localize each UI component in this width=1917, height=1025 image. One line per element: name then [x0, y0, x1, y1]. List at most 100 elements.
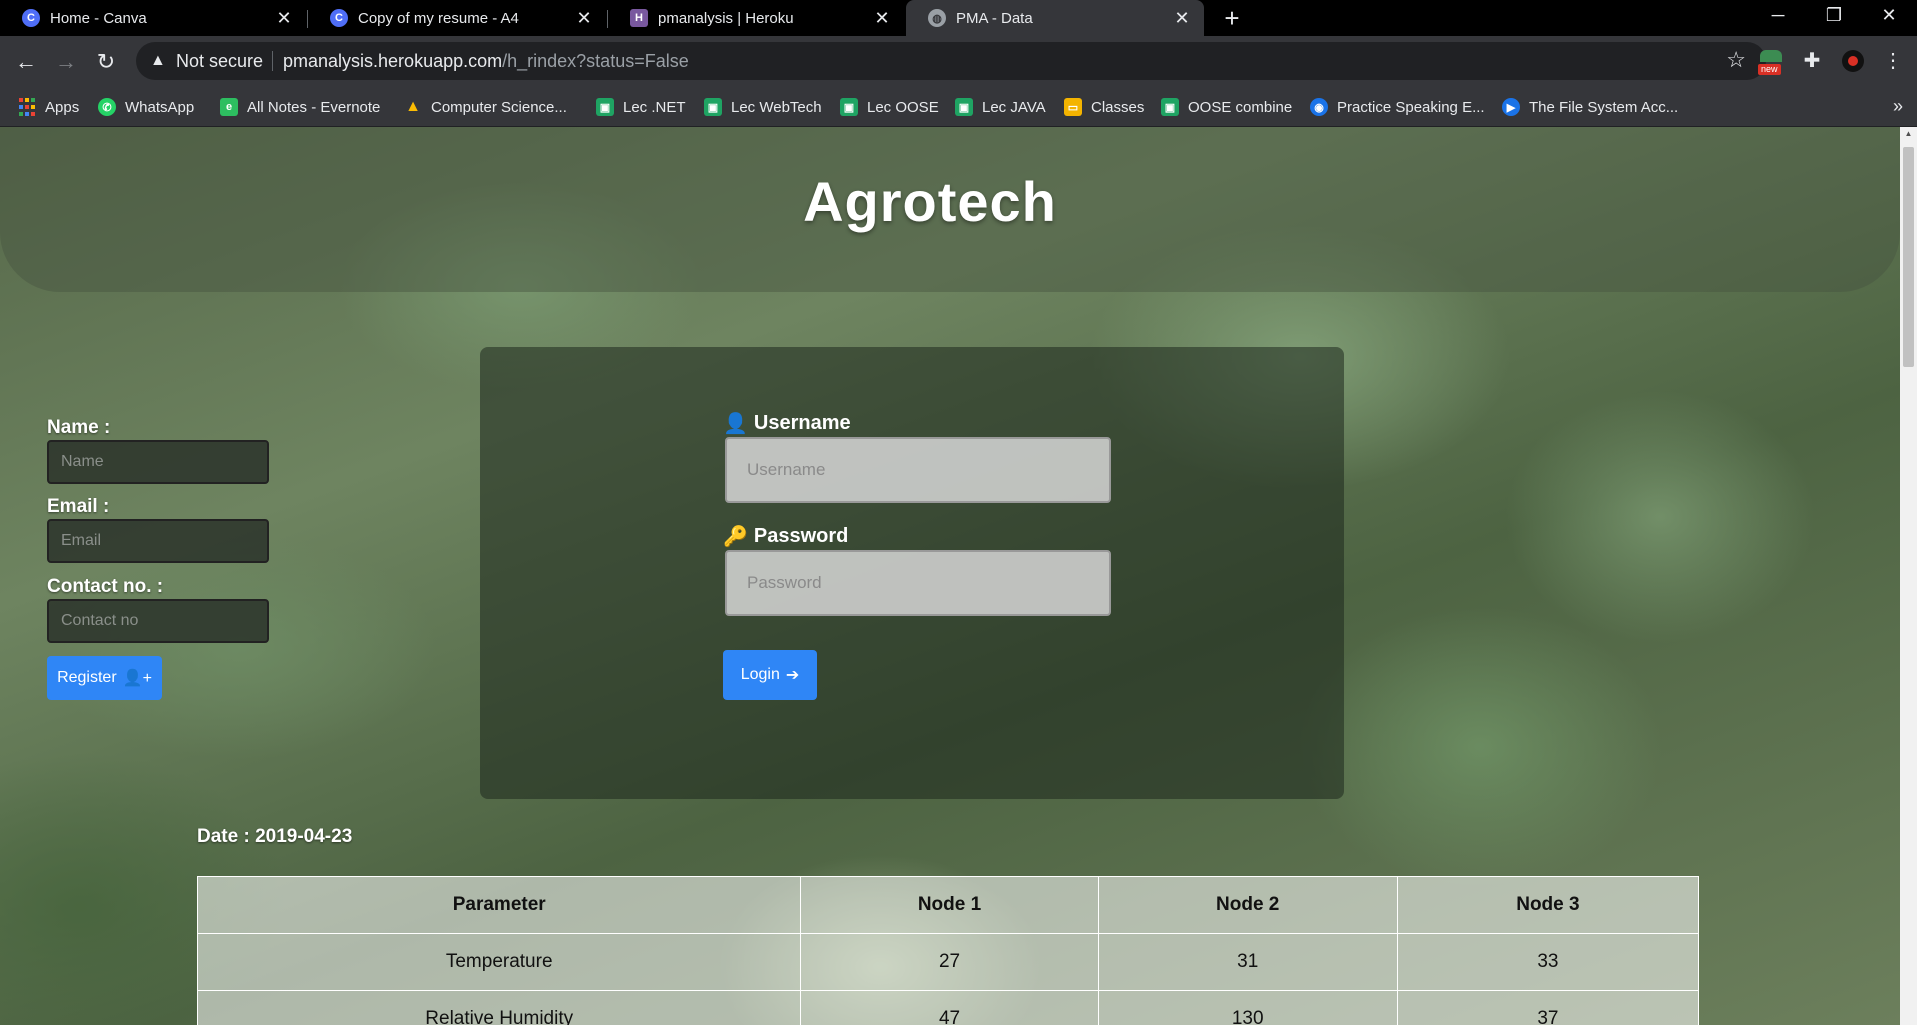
url-text[interactable]: pmanalysis.herokuapp.com/h_rindex?status…: [283, 51, 689, 72]
date-label: Date : 2019-04-23: [197, 826, 353, 847]
brand-title: Agrotech: [803, 170, 1057, 233]
browser-toolbar: ← → ↻ ▲ Not secure pmanalysis.herokuapp.…: [0, 36, 1917, 88]
sign-in-icon: ➔: [785, 667, 800, 684]
canva-icon: C: [330, 9, 348, 27]
close-tab-icon[interactable]: ✕: [1170, 8, 1194, 29]
add-user-icon: 👤+: [122, 670, 152, 687]
register-button-label: Register: [57, 669, 117, 686]
column-header: Node 1: [800, 876, 1099, 934]
name-label: Name :: [47, 417, 111, 438]
password-label-row: 🔑 Password: [723, 524, 848, 549]
classroom-icon: ▣: [704, 98, 722, 116]
back-icon[interactable]: ←: [12, 48, 40, 76]
globe-icon: ◍: [928, 9, 946, 27]
bookmark-computer-science[interactable]: ▲ Computer Science...: [404, 88, 567, 126]
omnibox-divider: [272, 51, 273, 71]
sensor-data-table: Parameter Node 1 Node 2 Node 3 Temperatu…: [196, 876, 1700, 1025]
email-input[interactable]: [47, 519, 269, 563]
column-header: Node 2: [1097, 876, 1398, 934]
extension-new-icon[interactable]: new: [1756, 46, 1786, 76]
bookmark-label: Computer Science...: [431, 98, 567, 116]
bookmark-label: Lec OOSE: [867, 98, 939, 116]
bookmark-practice-speaking[interactable]: ◉ Practice Speaking E...: [1310, 88, 1485, 126]
tab-title: Home - Canva: [50, 9, 147, 27]
classroom-icon: ▣: [840, 98, 858, 116]
extensions-puzzle-icon[interactable]: ✚: [1797, 46, 1827, 76]
evernote-icon: e: [220, 98, 238, 116]
register-button[interactable]: Register 👤+: [47, 656, 162, 700]
table-row: Temperature 27 31 33: [196, 933, 1700, 991]
bookmark-file-system[interactable]: ▶ The File System Acc...: [1502, 88, 1678, 126]
username-input[interactable]: [725, 437, 1111, 503]
name-input[interactable]: [47, 440, 269, 484]
bookmark-label: Apps: [45, 98, 80, 116]
slides-icon: ▭: [1064, 98, 1082, 116]
close-window-icon[interactable]: ✕: [1861, 0, 1917, 32]
bookmark-apps[interactable]: Apps: [18, 88, 79, 126]
bookmark-label: Lec .NET: [623, 98, 686, 116]
bookmark-label: Classes: [1091, 98, 1145, 116]
profile-avatar[interactable]: [1838, 46, 1868, 76]
more-bookmarks-icon[interactable]: »: [1893, 96, 1903, 117]
password-label: Password: [753, 525, 849, 547]
scroll-up-icon[interactable]: ▲: [1900, 127, 1917, 141]
close-tab-icon[interactable]: ✕: [572, 8, 596, 29]
tab-resume[interactable]: C Copy of my resume - A4 ✕: [308, 0, 606, 36]
login-panel: 👤 Username 🔑 Password Login ➔: [480, 347, 1344, 799]
username-label: Username: [753, 412, 851, 434]
classroom-icon: ▣: [596, 98, 614, 116]
contact-label: Contact no. :: [47, 576, 164, 597]
bookmark-evernote[interactable]: e All Notes - Evernote: [220, 88, 380, 126]
new-badge: new: [1758, 64, 1781, 75]
tab-pma-data[interactable]: ◍ PMA - Data ✕: [906, 0, 1204, 36]
username-label-row: 👤 Username: [723, 411, 851, 436]
whatsapp-icon: ✆: [98, 98, 116, 116]
table-cell: 33: [1396, 933, 1700, 991]
contact-input[interactable]: [47, 599, 269, 643]
bookmark-label: OOSE combine: [1188, 98, 1293, 116]
bookmark-classes[interactable]: ▭ Classes: [1064, 88, 1144, 126]
reload-icon[interactable]: ↻: [92, 48, 120, 76]
key-icon: 🔑: [723, 526, 748, 548]
page-scrollbar[interactable]: ▲: [1900, 127, 1917, 1025]
tab-title: pmanalysis | Heroku: [658, 9, 794, 27]
address-bar[interactable]: ▲ Not secure pmanalysis.herokuapp.com/h_…: [136, 42, 1766, 80]
minimize-icon[interactable]: ─: [1750, 0, 1806, 32]
bookmark-star-icon[interactable]: ☆: [1726, 47, 1746, 73]
canva-icon: C: [22, 9, 40, 27]
tab-home-canva[interactable]: C Home - Canva ✕: [0, 0, 306, 36]
table-cell: Relative Humidity: [196, 990, 802, 1025]
close-tab-icon[interactable]: ✕: [272, 8, 296, 29]
bookmark-oose-combine[interactable]: ▣ OOSE combine: [1161, 88, 1292, 126]
bookmark-lec-net[interactable]: ▣ Lec .NET: [596, 88, 686, 126]
classroom-icon: ▣: [955, 98, 973, 116]
login-button[interactable]: Login ➔: [723, 650, 817, 700]
close-tab-icon[interactable]: ✕: [870, 8, 894, 29]
new-tab-button[interactable]: +: [1218, 4, 1246, 32]
heroku-icon: H: [630, 9, 648, 27]
bookmark-lec-webtech[interactable]: ▣ Lec WebTech: [704, 88, 822, 126]
menu-kebab-icon[interactable]: ⋮: [1878, 46, 1908, 76]
table-cell: 130: [1097, 990, 1398, 1025]
table-cell: 27: [800, 933, 1099, 991]
column-header: Node 3: [1396, 876, 1700, 934]
password-input[interactable]: [725, 550, 1111, 616]
table-cell: 47: [800, 990, 1099, 1025]
security-status[interactable]: Not secure: [176, 51, 263, 72]
restore-icon[interactable]: ❐: [1806, 0, 1862, 32]
bookmark-lec-java[interactable]: ▣ Lec JAVA: [955, 88, 1046, 126]
bookmark-lec-oose[interactable]: ▣ Lec OOSE: [840, 88, 939, 126]
table-cell: 31: [1097, 933, 1398, 991]
scrollbar-thumb[interactable]: [1903, 147, 1914, 367]
tab-heroku[interactable]: H pmanalysis | Heroku ✕: [608, 0, 904, 36]
bookmark-label: WhatsApp: [125, 98, 195, 116]
email-label: Email :: [47, 496, 110, 517]
bookmark-label: Practice Speaking E...: [1337, 98, 1485, 116]
warning-icon[interactable]: ▲: [150, 52, 166, 70]
bookmark-whatsapp[interactable]: ✆ WhatsApp: [98, 88, 194, 126]
apps-grid-icon: [18, 98, 36, 116]
tab-title: PMA - Data: [956, 9, 1033, 27]
forward-icon[interactable]: →: [52, 48, 80, 76]
url-path: /h_rindex?status=False: [502, 51, 689, 71]
circle-icon: ◉: [1310, 98, 1328, 116]
